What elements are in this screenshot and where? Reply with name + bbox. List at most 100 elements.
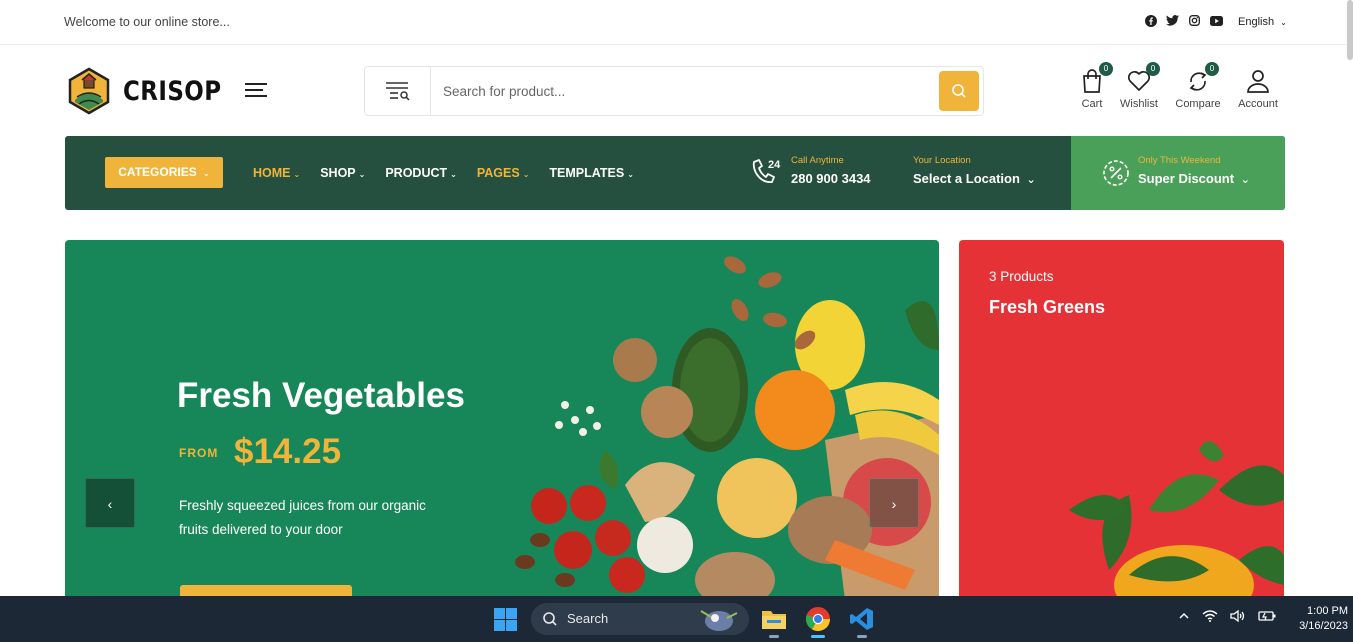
phone-24-label: 24 bbox=[768, 159, 781, 171]
search-button[interactable] bbox=[939, 71, 979, 111]
search-icon bbox=[543, 612, 557, 626]
hero-slider: Fresh Vegetables FROM $14.25 Freshly squ… bbox=[65, 240, 939, 600]
search-icon bbox=[952, 84, 966, 98]
taskbar-search[interactable]: Search bbox=[531, 603, 749, 635]
categories-button[interactable]: CATEGORIES ⌄ bbox=[105, 157, 223, 188]
chrome-icon[interactable] bbox=[802, 603, 834, 638]
account-button[interactable]: Account bbox=[1228, 68, 1288, 110]
language-selector[interactable]: English ⌄ bbox=[1238, 16, 1287, 28]
wishlist-button[interactable]: 0 Wishlist bbox=[1109, 62, 1169, 110]
chevron-up-icon[interactable] bbox=[1178, 610, 1190, 625]
produce-image bbox=[515, 256, 939, 600]
nav-item-shop[interactable]: SHOP ⌄ bbox=[320, 166, 365, 180]
compare-button[interactable]: 0 Compare bbox=[1168, 62, 1228, 110]
clock-date: 3/16/2023 bbox=[1299, 620, 1348, 632]
percent-badge-icon bbox=[1103, 160, 1129, 186]
chevron-down-icon: ⌄ bbox=[1026, 174, 1036, 186]
user-icon bbox=[1245, 68, 1271, 94]
chevron-right-icon: › bbox=[891, 496, 897, 512]
nav-item-home[interactable]: HOME ⌄ bbox=[253, 166, 300, 180]
slider-next-button[interactable]: › bbox=[869, 478, 919, 528]
nav-item-label: TEMPLATES bbox=[549, 166, 625, 180]
discount-label: Only This Weekend bbox=[1138, 155, 1221, 166]
call-number: 280 900 3434 bbox=[791, 171, 871, 186]
main-nav-bar: CATEGORIES ⌄ HOME ⌄ SHOP ⌄ PRODUCT ⌄ PAGES ⌄… bbox=[65, 136, 1285, 210]
call-anytime[interactable]: Call Anytime 280 900 3434 bbox=[791, 155, 871, 186]
main-menu: HOME ⌄ SHOP ⌄ PRODUCT ⌄ PAGES ⌄ TEMPLATES ⌄ bbox=[253, 166, 654, 180]
promo-card-fresh-greens[interactable]: 3 Products Fresh Greens bbox=[959, 240, 1284, 600]
brand-name: CRISOP bbox=[123, 75, 222, 107]
social-links bbox=[1144, 14, 1223, 27]
taskbar-clock[interactable]: 1:00 PM 3/16/2023 bbox=[1290, 604, 1348, 634]
clock-time: 1:00 PM bbox=[1307, 605, 1348, 617]
wishlist-count-badge: 0 bbox=[1146, 62, 1160, 76]
location-value: Select a Location bbox=[913, 171, 1020, 186]
nav-item-pages[interactable]: PAGES ⌄ bbox=[477, 166, 530, 180]
running-indicator bbox=[769, 635, 779, 638]
file-explorer-icon[interactable] bbox=[758, 603, 790, 638]
chevron-down-icon: ⌄ bbox=[293, 170, 301, 179]
search-highlight-icon bbox=[700, 610, 738, 631]
chevron-down-icon: ⌄ bbox=[1280, 18, 1287, 27]
chevron-down-icon: ⌄ bbox=[203, 169, 210, 178]
running-indicator bbox=[857, 635, 867, 638]
promo-title: Fresh Greens bbox=[989, 297, 1106, 317]
page-scrollbar[interactable] bbox=[1347, 0, 1353, 60]
brand-logo[interactable]: CRISOP bbox=[67, 67, 239, 115]
vscode-icon[interactable] bbox=[846, 603, 878, 638]
instagram-icon[interactable] bbox=[1188, 14, 1201, 27]
chevron-down-icon: ⌄ bbox=[522, 170, 530, 179]
speaker-icon[interactable] bbox=[1230, 609, 1246, 625]
discount-value: Super Discount bbox=[1138, 171, 1235, 186]
slider-prev-button[interactable]: ‹ bbox=[85, 478, 135, 528]
promo-product-count: 3 Products bbox=[989, 269, 1054, 284]
nav-item-label: SHOP bbox=[320, 166, 356, 180]
nav-item-product[interactable]: PRODUCT ⌄ bbox=[385, 166, 457, 180]
top-bar: Welcome to our online store... English ⌄ bbox=[0, 0, 1353, 45]
heart-icon: 0 bbox=[1126, 62, 1160, 94]
hero-description: Freshly squeezed juices from our organic… bbox=[179, 498, 426, 537]
hero-from-label: FROM bbox=[179, 446, 219, 460]
farm-logo-icon bbox=[68, 67, 110, 115]
facebook-icon[interactable] bbox=[1144, 14, 1157, 27]
wishlist-label: Wishlist bbox=[1120, 98, 1158, 110]
chevron-down-icon: ⌄ bbox=[627, 170, 634, 179]
location-label: Your Location bbox=[913, 155, 971, 166]
nav-item-label: PRODUCT bbox=[385, 166, 448, 180]
youtube-icon[interactable] bbox=[1210, 14, 1223, 27]
super-discount-panel[interactable]: Only This Weekend Super Discount ⌄ bbox=[1071, 136, 1285, 210]
active-indicator bbox=[811, 635, 825, 638]
search-input[interactable] bbox=[443, 79, 923, 103]
greens-image bbox=[1069, 441, 1284, 600]
nav-item-label: PAGES bbox=[476, 166, 520, 180]
chevron-left-icon: ‹ bbox=[107, 496, 113, 512]
nav-item-templates[interactable]: TEMPLATES ⌄ bbox=[549, 166, 633, 180]
categories-label: CATEGORIES bbox=[118, 165, 197, 179]
windows-taskbar: Search 1:00 PM 3/16/2023 bbox=[0, 596, 1353, 642]
compare-count-badge: 0 bbox=[1205, 62, 1219, 76]
discount-text: Only This Weekend Super Discount ⌄ bbox=[1138, 155, 1250, 186]
chevron-down-icon: ⌄ bbox=[358, 170, 366, 179]
search-filter-icon[interactable] bbox=[365, 67, 431, 115]
language-label: English bbox=[1238, 16, 1275, 28]
call-label: Call Anytime bbox=[791, 155, 844, 166]
system-tray bbox=[1178, 609, 1276, 625]
account-label: Account bbox=[1238, 98, 1278, 110]
welcome-text: Welcome to our online store... bbox=[64, 15, 230, 29]
phone-24-icon: 24 bbox=[752, 159, 781, 183]
battery-icon[interactable] bbox=[1258, 610, 1276, 625]
page: Welcome to our online store... English ⌄ bbox=[0, 0, 1353, 642]
compare-label: Compare bbox=[1175, 98, 1221, 110]
compare-icon: 0 bbox=[1185, 62, 1219, 94]
windows-start-icon[interactable] bbox=[494, 608, 517, 631]
chevron-down-icon: ⌄ bbox=[450, 170, 457, 179]
chevron-down-icon: ⌄ bbox=[1240, 174, 1250, 186]
hero-title: Fresh Vegetables bbox=[177, 376, 465, 415]
hamburger-menu-icon[interactable] bbox=[245, 83, 267, 99]
taskbar-search-label: Search bbox=[567, 611, 609, 626]
wifi-icon[interactable] bbox=[1202, 610, 1218, 625]
bag-icon: 0 bbox=[1079, 62, 1113, 94]
search-bar bbox=[364, 66, 984, 116]
twitter-icon[interactable] bbox=[1166, 14, 1179, 27]
location-selector[interactable]: Your Location Select a Location ⌄ bbox=[913, 155, 1036, 186]
